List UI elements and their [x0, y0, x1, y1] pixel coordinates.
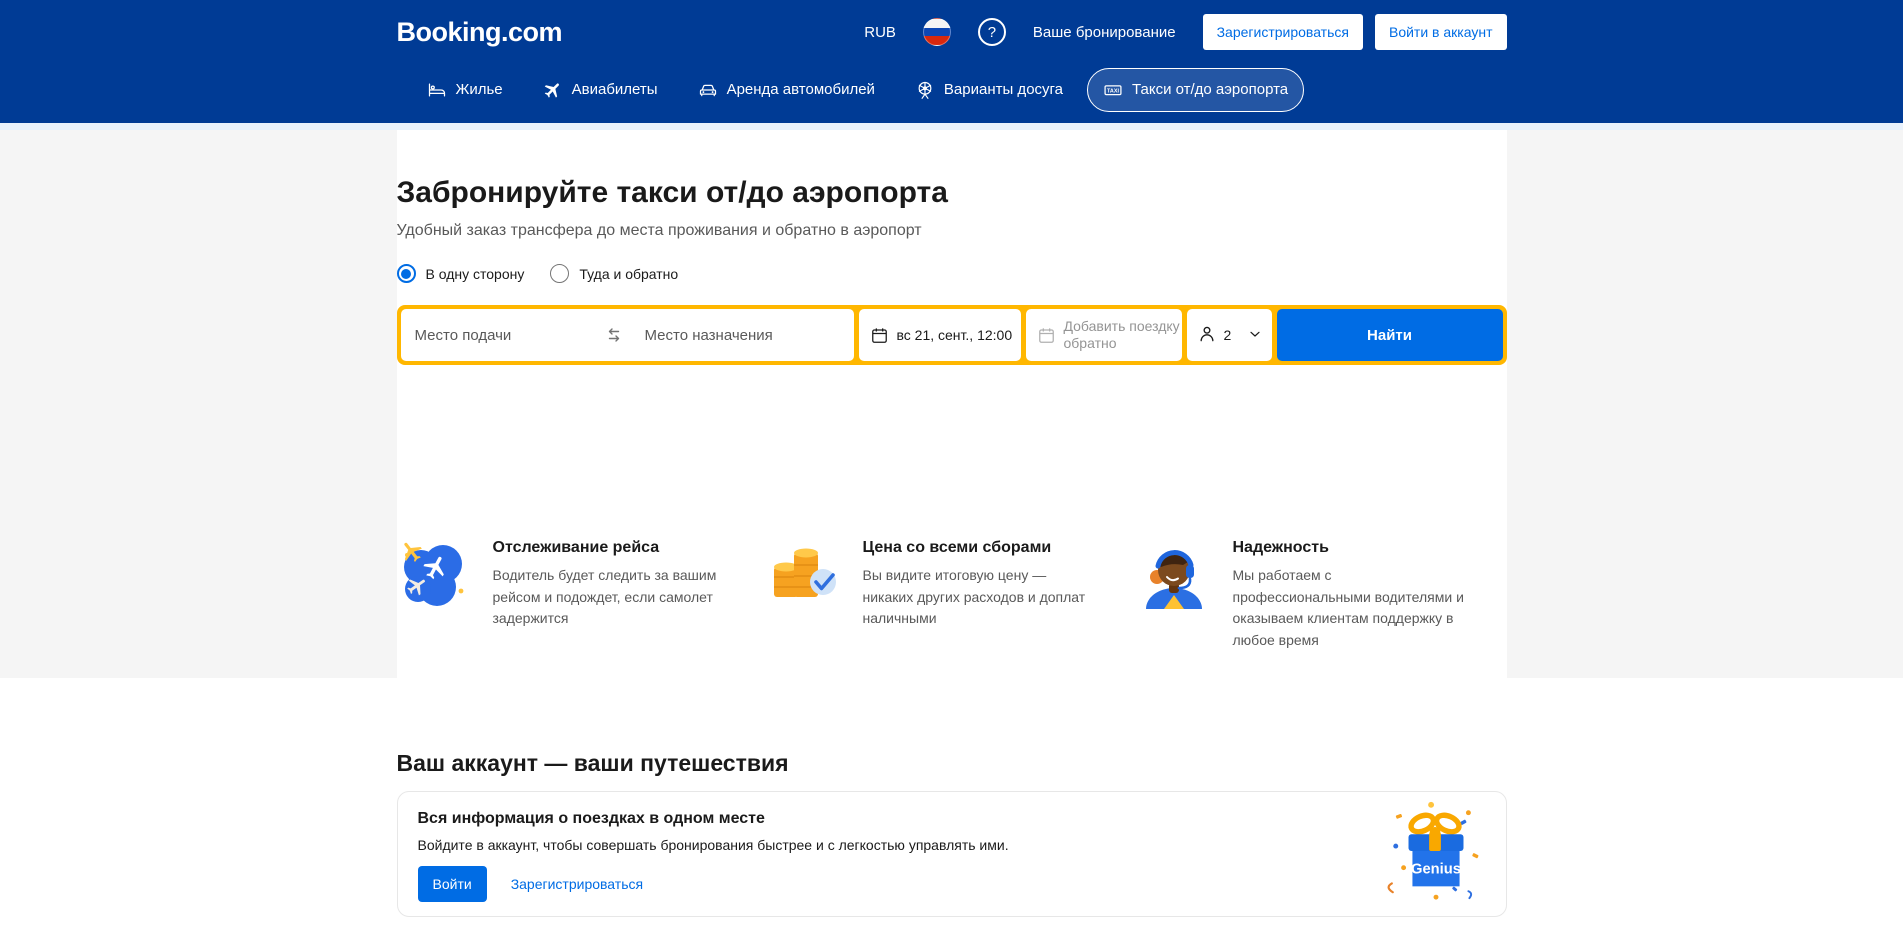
register-button[interactable]: Зарегистрироваться — [1203, 14, 1363, 50]
radio-round-trip[interactable]: Туда и обратно — [550, 264, 678, 283]
register-link[interactable]: Зарегистрироваться — [511, 876, 643, 892]
add-return-field[interactable]: Добавить поездку обратно — [1026, 309, 1182, 361]
bed-icon — [427, 80, 447, 100]
svg-text:Genius: Genius — [1411, 862, 1461, 878]
feature-text: Водитель будет следить за вашим рейсом и… — [493, 565, 731, 630]
feature-title: Надежность — [1233, 539, 1471, 557]
page-title: Забронируйте такси от/до аэропорта — [397, 176, 1507, 210]
route-fields — [401, 309, 854, 361]
sign-in-button[interactable]: Войти — [418, 866, 487, 902]
russia-flag-icon[interactable] — [923, 18, 951, 46]
feature-title: Отслеживание рейса — [493, 539, 731, 557]
feature-flight-tracking: Отслеживание рейса Водитель будет следит… — [397, 537, 767, 652]
tab-attractions[interactable]: Варианты досуга — [899, 68, 1079, 112]
support-agent-illustration — [1137, 537, 1211, 611]
taxi-search-bar: вс 21, сент., 12:00 Добавить поездку обр… — [397, 305, 1507, 365]
feature-price: Цена со всеми сборами Вы видите итоговую… — [767, 537, 1137, 652]
login-button[interactable]: Войти в аккаунт — [1375, 14, 1507, 50]
passengers-field[interactable]: 2 — [1187, 309, 1272, 361]
pickup-input[interactable] — [401, 327, 597, 344]
feature-reliability: Надежность Мы работаем с профессиональны… — [1137, 537, 1507, 652]
taxi-icon: TAXI — [1103, 80, 1123, 100]
tab-car-rental[interactable]: Аренда автомобилей — [682, 68, 891, 112]
date-time-value: вс 21, сент., 12:00 — [897, 327, 1013, 343]
tab-stays[interactable]: Жилье — [411, 68, 519, 112]
features-row: Отслеживание рейса Водитель будет следит… — [397, 537, 1507, 652]
feature-text: Мы работаем с профессиональными водителя… — [1233, 565, 1471, 652]
flight-tracking-illustration — [397, 537, 471, 611]
attractions-icon — [915, 80, 935, 100]
person-icon — [1197, 324, 1217, 347]
radio-selected-icon[interactable] — [397, 264, 416, 283]
currency-selector[interactable]: RUB — [864, 24, 896, 41]
car-icon — [698, 80, 718, 100]
trip-type-options: В одну сторону Туда и обратно — [397, 264, 1507, 283]
hero-section: Забронируйте такси от/до аэропорта Удобн… — [0, 130, 1903, 678]
passengers-value: 2 — [1224, 327, 1232, 343]
price-coins-illustration — [767, 537, 841, 611]
feature-text: Вы видите итоговую цену — никаких других… — [863, 565, 1101, 630]
account-card: Вся информация о поездках в одном месте … — [397, 791, 1507, 917]
radio-unselected-icon[interactable] — [550, 264, 569, 283]
swap-directions-icon[interactable] — [597, 326, 631, 344]
tab-flights[interactable]: Авиабилеты — [527, 68, 674, 112]
chevron-down-icon — [1247, 326, 1272, 345]
booking-logo[interactable]: Booking.com — [397, 17, 563, 48]
account-card-title: Вся информация о поездках в одном месте — [418, 806, 1486, 828]
genius-gift-illustration: Genius — [1382, 797, 1490, 905]
account-section: Ваш аккаунт — ваши путешествия Вся инфор… — [0, 678, 1903, 917]
account-section-title: Ваш аккаунт — ваши путешествия — [397, 750, 1507, 777]
page-subtitle: Удобный заказ трансфера до места прожива… — [397, 222, 1507, 240]
header: Booking.com RUB ? Ваше бронирование Заре… — [0, 0, 1903, 123]
date-time-field[interactable]: вс 21, сент., 12:00 — [859, 309, 1021, 361]
tab-airport-taxis[interactable]: TAXI Такси от/до аэропорта — [1087, 68, 1304, 112]
plane-icon — [543, 80, 563, 100]
calendar-icon — [870, 326, 889, 345]
calendar-icon — [1037, 326, 1056, 345]
help-icon[interactable]: ? — [978, 18, 1006, 46]
svg-text:TAXI: TAXI — [1107, 88, 1119, 94]
header-accent-strip — [0, 123, 1903, 130]
destination-input[interactable] — [631, 327, 854, 344]
feature-title: Цена со всеми сборами — [863, 539, 1101, 557]
your-bookings-link[interactable]: Ваше бронирование — [1033, 24, 1176, 41]
main-nav: Жилье Авиабилеты Аренда автомобилей Вари… — [397, 64, 1507, 123]
radio-one-way[interactable]: В одну сторону — [397, 264, 525, 283]
add-return-placeholder: Добавить поездку обратно — [1064, 318, 1182, 353]
account-card-text: Войдите в аккаунт, чтобы совершать брони… — [418, 837, 1486, 853]
search-button[interactable]: Найти — [1277, 309, 1503, 361]
